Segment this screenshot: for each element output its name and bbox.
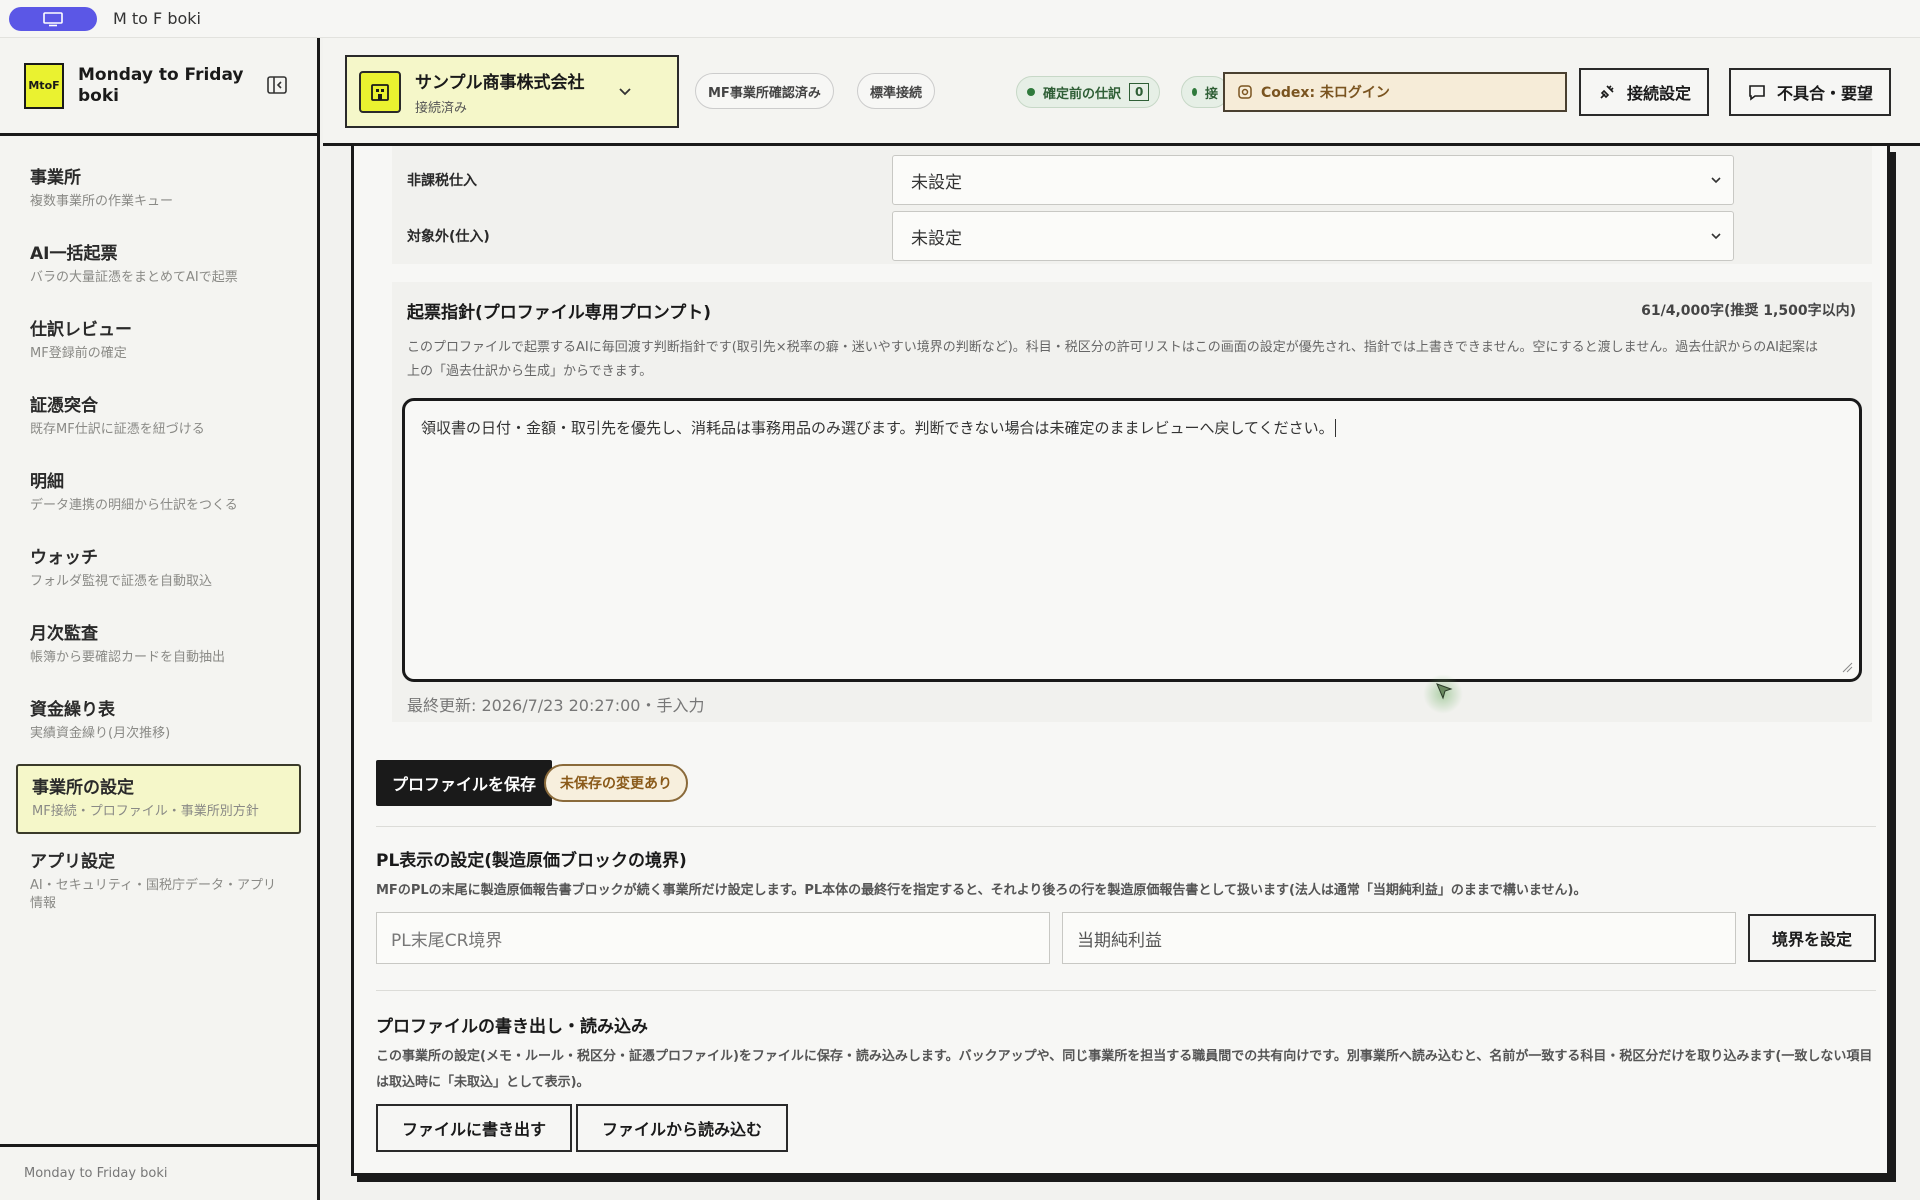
divider (376, 826, 1876, 827)
sidebar-collapse-button[interactable] (266, 74, 290, 98)
field-row-out-of-scope-purchase: 対象外(仕入) 未設定 (392, 208, 1872, 264)
settings-card: 非課税仕入 未設定 対象外(仕入) 未設定 起票指針(プロファイル専用プロンプト… (351, 146, 1890, 1176)
pl-boundary-value-input[interactable]: 当期純利益 (1062, 912, 1736, 964)
pl-settings-title: PL表示の設定(製造原価ブロックの境界) (376, 851, 687, 871)
app-switcher-button[interactable] (9, 6, 97, 31)
field-row-nontaxable-purchase: 非課税仕入 未設定 (392, 152, 1872, 208)
codex-login-status[interactable]: Codex: 未ログイン (1223, 72, 1567, 112)
set-boundary-button[interactable]: 境界を設定 (1748, 914, 1876, 962)
sidebar-item-monthly-audit[interactable]: 月次監査 帳簿から要確認カードを自動抽出 (16, 612, 301, 682)
resize-handle-icon[interactable] (1841, 661, 1853, 673)
top-header: サンプル商事株式会社 接続済み MF事業所確認済み 標準接続 確定前の仕訳 0 … (323, 38, 1920, 146)
tax-category-section: 非課税仕入 未設定 対象外(仕入) 未設定 (392, 146, 1872, 264)
nontaxable-purchase-select[interactable]: 未設定 (892, 155, 1734, 205)
company-status: 接続済み (415, 100, 468, 116)
sidebar-nav: 事業所 複数事業所の作業キュー AI一括起票 バラの大量証憑をまとめてAIで起票 仕… (0, 136, 317, 920)
monitor-icon (43, 11, 63, 26)
standard-connection-badge: 標準接続 (857, 73, 936, 109)
text-caret (1334, 419, 1336, 437)
prompt-char-count: 61/4,000字(推奨 1,500字以内) (1641, 303, 1856, 319)
brand-name: Monday to Friday boki (78, 64, 244, 106)
company-name: サンプル商事株式会社 (415, 72, 585, 93)
company-selector[interactable]: サンプル商事株式会社 接続済み (345, 55, 679, 128)
prompt-textarea[interactable]: 領収書の日付・金額・取引先を優先し、消耗品は事務用品のみ選びます。判断できない場… (402, 398, 1862, 682)
sidebar: MtoF Monday to Friday boki 事業所 複数事業所の作業キュ… (0, 38, 320, 1200)
chevron-down-icon (619, 88, 631, 96)
building-icon (359, 70, 401, 113)
mouse-cursor (1423, 674, 1463, 714)
sidebar-item-ai-bulk[interactable]: AI一括起票 バラの大量証憑をまとめてAIで起票 (16, 232, 301, 302)
last-updated: 最終更新: 2026/7/23 20:27:00・手入力 (407, 696, 705, 715)
sidebar-item-watch[interactable]: ウォッチ フォルダ監視で証憑を自動取込 (16, 536, 301, 606)
sidebar-item-offices[interactable]: 事業所 複数事業所の作業キュー (16, 156, 301, 226)
codex-icon (1238, 85, 1252, 99)
main-content: 非課税仕入 未設定 対象外(仕入) 未設定 起票指針(プロファイル専用プロンプト… (323, 146, 1920, 1200)
unsaved-changes-badge: 未保存の変更あり (544, 764, 688, 802)
sidebar-item-app-settings[interactable]: アプリ設定 AI・セキュリティ・国税庁データ・アプリ情報 (16, 840, 301, 920)
sidebar-item-office-settings[interactable]: 事業所の設定 MF接続・プロファイル・事業所別方針 (16, 764, 301, 834)
plug-icon (1600, 85, 1614, 99)
brand-header: MtoF Monday to Friday boki (0, 38, 317, 136)
message-icon (1749, 85, 1765, 101)
window-title: M to F boki (113, 9, 201, 28)
chevron-down-icon (1711, 233, 1721, 240)
pl-boundary-label-input[interactable]: PL末尾CR境界 (376, 912, 1050, 964)
sidebar-footer: Monday to Friday boki (0, 1144, 317, 1200)
field-label: 対象外(仕入) (407, 229, 490, 245)
status-dot-icon (1192, 88, 1197, 96)
export-import-title: プロファイルの書き出し・読み込み (376, 1017, 648, 1037)
sidebar-item-journal-review[interactable]: 仕訳レビュー MF登録前の確定 (16, 308, 301, 378)
feedback-button[interactable]: 不具合・要望 (1729, 68, 1892, 116)
status-dot-icon (1027, 88, 1035, 96)
pending-journal-status[interactable]: 確定前の仕訳 0 (1016, 76, 1161, 108)
pending-count: 0 (1129, 83, 1150, 101)
import-file-button[interactable]: ファイルから読み込む (576, 1104, 788, 1152)
sidebar-collapse-icon (267, 76, 287, 94)
out-of-scope-purchase-select[interactable]: 未設定 (892, 211, 1734, 261)
prompt-title: 起票指針(プロファイル専用プロンプト) (407, 303, 712, 323)
divider (376, 990, 1876, 991)
save-profile-button[interactable]: プロファイルを保存 (376, 760, 553, 806)
export-import-description: この事業所の設定(メモ・ルール・税区分・証憑プロファイル)をファイルに保存・読み… (376, 1049, 1873, 1090)
prompt-section: 起票指針(プロファイル専用プロンプト) 61/4,000字(推奨 1,500字以… (392, 282, 1872, 722)
mf-office-confirmed-badge: MF事業所確認済み (695, 73, 834, 109)
prompt-description: このプロファイルで起票するAIに毎回渡す判断指針です(取引先×税率の癖・迷いやす… (407, 340, 1818, 379)
cursor-arrow-icon (1436, 683, 1453, 700)
window-titlebar: M to F boki (0, 0, 1920, 38)
chevron-down-icon (1711, 177, 1721, 184)
export-file-button[interactable]: ファイルに書き出す (376, 1104, 572, 1152)
pl-settings-description: MFのPLの末尾に製造原価報告書ブロックが続く事業所だけ設定します。PL本体の最… (376, 883, 1587, 898)
app-logo: MtoF (24, 62, 64, 109)
connection-settings-button[interactable]: 接続設定 (1579, 68, 1710, 116)
sidebar-item-cashflow[interactable]: 資金繰り表 実績資金繰り(月次推移) (16, 688, 301, 758)
field-label: 非課税仕入 (407, 173, 477, 189)
connection-status[interactable]: 接 (1181, 76, 1229, 108)
sidebar-item-statements[interactable]: 明細 データ連携の明細から仕訳をつくる (16, 460, 301, 530)
sidebar-item-voucher-match[interactable]: 証憑突合 既存MF仕訳に証憑を紐づける (16, 384, 301, 454)
prompt-text: 領収書の日付・金額・取引先を優先し、消耗品は事務用品のみ選びます。判断できない場… (421, 419, 1334, 437)
